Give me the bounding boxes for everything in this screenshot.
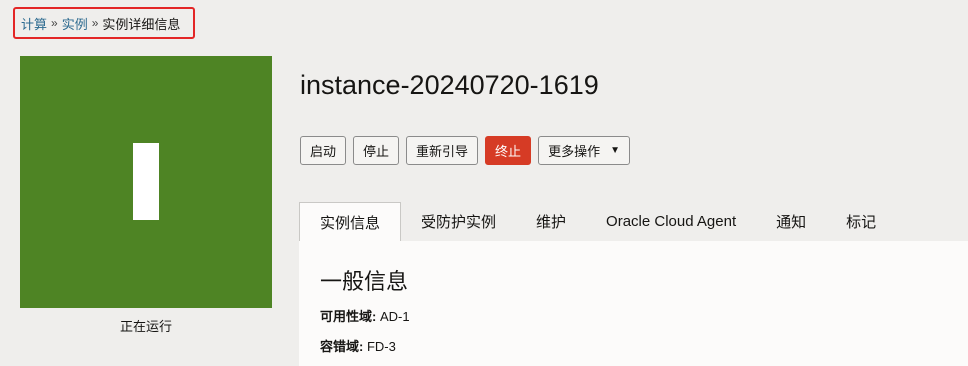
instance-status: 正在运行 [119,319,172,334]
breadcrumb-current: 实例详细信息 [102,16,181,32]
breadcrumb-link-instances[interactable]: 实例 [62,14,88,33]
breadcrumb: 计算 » 实例 » 实例详细信息 [13,7,195,39]
section-heading: 一般信息 [320,269,409,294]
start-button[interactable]: 启动 [300,136,347,165]
action-toolbar: 启动 停止 重新引导 终止 更多操作 ▼ [300,136,630,165]
tab-shielded-instance[interactable]: 受防护实例 [401,202,516,241]
field-label: 容错域: [320,339,364,354]
tab-bar: 实例信息 受防护实例 维护 Oracle Cloud Agent 通知 标记 [299,202,968,242]
availability-domain-field: 可用性域: AD-1 [320,306,410,325]
breadcrumb-link-compute[interactable]: 计算 [21,14,47,33]
tab-panel: 一般信息 可用性域: AD-1 容错域: FD-3 [299,241,968,366]
tab-instance-info[interactable]: 实例信息 [299,202,402,242]
terminate-button[interactable]: 终止 [485,136,532,165]
tab-maintenance[interactable]: 维护 [516,202,586,241]
tab-tags[interactable]: 标记 [826,202,896,241]
tab-oracle-cloud-agent[interactable]: Oracle Cloud Agent [586,202,756,241]
breadcrumb-separator: » [51,16,58,30]
page-title: instance-20240720-1619 [300,70,599,100]
field-value: AD-1 [379,309,410,324]
stop-button[interactable]: 停止 [353,136,400,165]
fault-domain-field: 容错域: FD-3 [320,336,396,355]
caret-down-icon: ▼ [610,145,620,156]
more-actions-button[interactable]: 更多操作 ▼ [538,136,630,165]
field-label: 可用性域: [320,309,377,324]
reboot-button[interactable]: 重新引导 [406,136,479,165]
tab-notifications[interactable]: 通知 [756,202,826,241]
breadcrumb-separator: » [91,16,99,30]
instance-initial-glyph [133,143,159,220]
more-actions-label: 更多操作 [548,144,601,159]
instance-avatar-tile [20,56,272,308]
field-value: FD-3 [366,339,396,354]
